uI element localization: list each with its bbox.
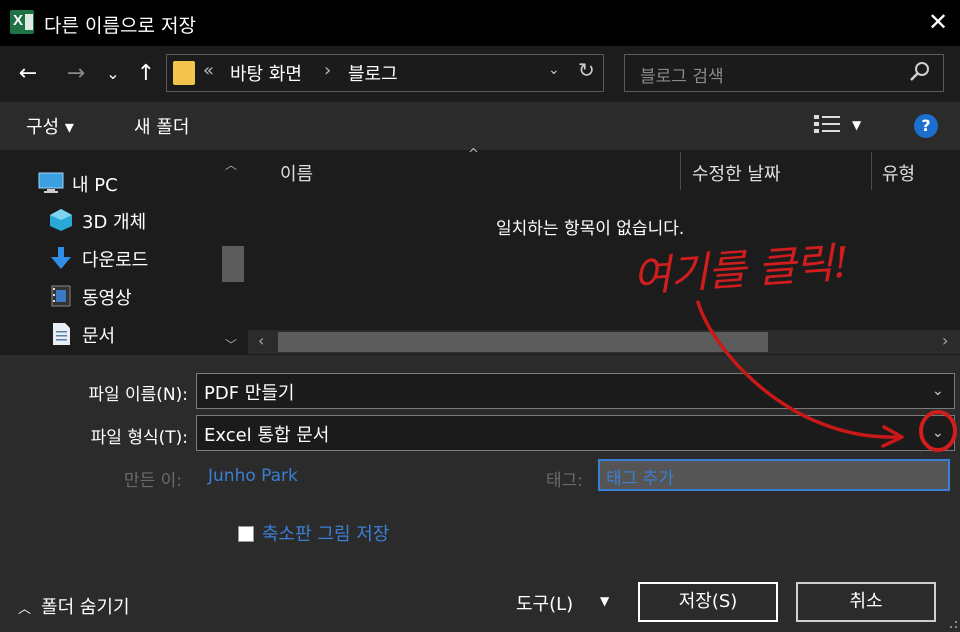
author-value[interactable]: Junho Park	[208, 466, 298, 486]
author-label: 만든 이:	[124, 471, 183, 491]
scroll-down-icon[interactable]: ﹀	[225, 336, 237, 353]
column-divider[interactable]	[680, 152, 681, 190]
scroll-right-icon[interactable]: ›	[942, 331, 948, 350]
filetype-dropdown-icon[interactable]: ⌄	[932, 425, 944, 441]
download-icon	[51, 247, 71, 269]
scroll-left-icon[interactable]: ‹	[258, 331, 264, 350]
pc-icon	[38, 172, 64, 193]
search-icon[interactable]	[906, 58, 934, 86]
sidebar-item-label: 동영상	[82, 288, 132, 309]
sidebar-item-label: 내 PC	[72, 175, 118, 196]
view-options-icon[interactable]	[814, 114, 840, 134]
column-header-date-modified[interactable]: 수정한 날짜	[692, 160, 781, 186]
search-placeholder: 블로그 검색	[640, 67, 724, 87]
organize-menu[interactable]: 구성 ▾	[26, 113, 74, 139]
tools-caret-icon[interactable]: ▼	[600, 594, 609, 608]
forward-arrow-icon[interactable]: →	[62, 46, 90, 102]
save-button[interactable]: 저장(S)	[638, 582, 778, 622]
video-icon	[51, 285, 71, 307]
new-folder-button[interactable]: 새 폴더	[134, 113, 189, 139]
refresh-icon[interactable]: ↻	[578, 58, 595, 82]
tools-menu[interactable]: 도구(L)	[516, 590, 573, 616]
recent-locations-chevron-icon[interactable]: ⌄	[102, 46, 124, 102]
tags-label: 태그:	[546, 471, 584, 491]
breadcrumb-separator-icon[interactable]: ›	[324, 60, 331, 81]
hide-folders-button[interactable]: ︿ 폴더 숨기기	[18, 593, 130, 619]
hide-folders-label: 폴더 숨기기	[41, 597, 130, 618]
filename-value[interactable]: PDF 만들기	[204, 379, 294, 405]
tags-placeholder: 태그 추가	[606, 469, 674, 489]
cancel-button[interactable]: 취소	[796, 582, 936, 622]
filename-dropdown-icon[interactable]: ⌄	[932, 383, 944, 399]
column-divider[interactable]	[871, 152, 872, 190]
sort-ascending-icon: ^	[468, 147, 479, 162]
window-title: 다른 이름으로 저장	[44, 15, 196, 37]
resize-grip-icon[interactable]	[946, 620, 958, 630]
filename-label: 파일 이름(N):	[88, 385, 188, 405]
back-arrow-icon[interactable]: ←	[14, 46, 42, 102]
scroll-up-icon[interactable]: ︿	[225, 156, 237, 173]
empty-folder-message: 일치하는 항목이 없습니다.	[496, 219, 685, 239]
excel-icon: X	[10, 10, 34, 34]
sidebar-item-label: 다운로드	[82, 250, 149, 271]
column-header-type[interactable]: 유형	[882, 160, 915, 186]
help-icon[interactable]: ?	[914, 114, 938, 138]
sidebar-item-label: 3D 개체	[82, 212, 147, 233]
save-thumbnail-checkbox[interactable]	[238, 526, 254, 542]
document-icon	[53, 323, 70, 345]
column-header-name[interactable]: 이름	[280, 160, 313, 186]
3d-objects-icon	[50, 209, 72, 231]
filename-field[interactable]	[196, 373, 955, 409]
up-arrow-icon[interactable]: ↑	[132, 46, 160, 102]
close-button[interactable]: ✕	[924, 8, 952, 36]
filetype-value[interactable]: Excel 통합 문서	[204, 421, 329, 447]
address-dropdown-icon[interactable]: ⌄	[548, 62, 560, 78]
hscroll-thumb[interactable]	[278, 332, 768, 352]
save-thumbnail-label[interactable]: 축소판 그림 저장	[262, 520, 389, 546]
sidebar-scroll-thumb[interactable]	[222, 246, 244, 282]
breadcrumb-blog[interactable]: 블로그	[348, 60, 398, 86]
folder-icon	[173, 61, 195, 85]
filetype-label: 파일 형식(T):	[90, 428, 188, 448]
chevron-up-icon: ︿	[18, 602, 32, 617]
file-list	[248, 150, 960, 355]
breadcrumb-overflow-icon[interactable]: «	[203, 60, 214, 81]
breadcrumb-desktop[interactable]: 바탕 화면	[230, 60, 302, 86]
view-caret-icon[interactable]: ▼	[852, 118, 861, 132]
sidebar-item-label: 문서	[82, 326, 116, 347]
